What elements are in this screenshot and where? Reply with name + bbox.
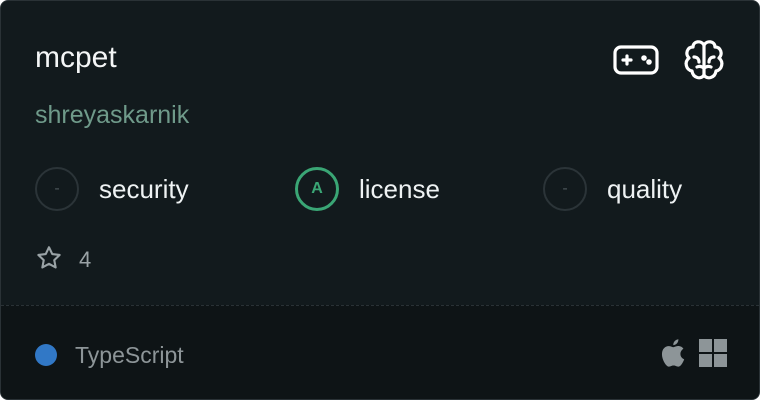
language: TypeScript [35,340,184,370]
star-icon [35,244,63,277]
security-badge: - [35,167,79,211]
license-badge: A [295,167,339,211]
quality-badge: - [543,167,587,211]
language-name: TypeScript [75,341,184,368]
score-license[interactable]: A license [295,165,440,213]
quality-label: quality [607,173,683,204]
server-name[interactable]: mcpet [35,39,117,77]
score-quality[interactable]: - quality [543,165,682,213]
score-security[interactable]: - security [35,165,189,213]
windows-icon [699,339,727,372]
apple-icon [659,338,685,373]
star-count[interactable]: 4 [35,245,91,275]
license-label: license [359,173,440,204]
gamepad-icon [613,37,659,83]
owner-name[interactable]: shreyaskarnik [35,97,189,133]
security-label: security [99,173,189,204]
card-footer: TypeScript [1,305,759,399]
language-color-dot [35,344,57,366]
score-row: - security A license - quality [35,165,735,213]
star-count-value: 4 [79,247,92,272]
category-icons [613,37,727,83]
platform-icons [659,338,727,373]
brain-icon [681,37,727,83]
server-card[interactable]: mcpet shreyaskarnik - security A license… [0,0,760,400]
